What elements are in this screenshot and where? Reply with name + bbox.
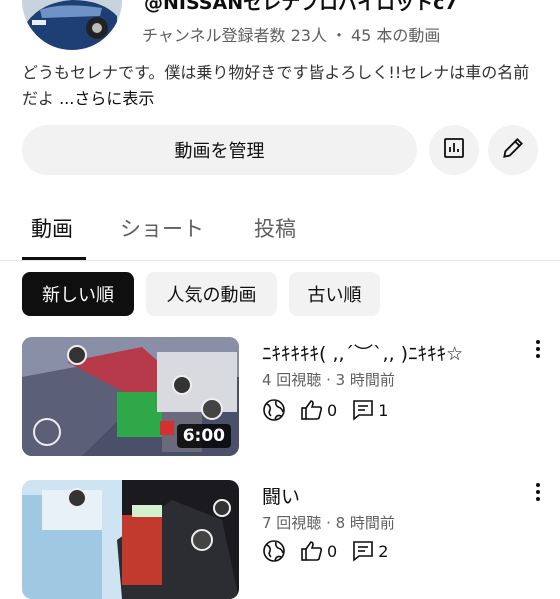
tab-shorts[interactable]: ショート (120, 213, 204, 243)
chip-oldest-label: 古い順 (307, 285, 362, 306)
video-count: 45 本の動画 (350, 26, 441, 45)
globe-icon (262, 539, 286, 563)
pencil-icon (500, 135, 526, 165)
chip-popular-label: 人気の動画 (166, 285, 257, 306)
meta-separator: · (321, 514, 336, 532)
video-meta: 4 回視聴 · 3 時間前 (262, 369, 395, 390)
video-thumbnail[interactable]: 6:00 (22, 337, 239, 456)
subscriber-count: チャンネル登録者数 23人 (142, 26, 327, 45)
globe-icon (262, 398, 286, 422)
manage-videos-button[interactable]: 動画を管理 (22, 125, 417, 175)
edit-channel-button[interactable] (488, 125, 538, 175)
comment-icon (351, 398, 375, 422)
channel-avatar[interactable] (22, 0, 122, 50)
channel-description[interactable]: どうもセレナです。僕は乗り物好きです皆よろしく!!セレナは車の名前だよ ...さ… (22, 60, 542, 112)
channel-handle: @NISSANセレナプロパイロットc7 (144, 0, 458, 14)
thumbs-up-icon (300, 539, 324, 563)
meta-separator: · (321, 371, 336, 389)
manage-videos-label: 動画を管理 (174, 141, 265, 162)
bar-chart-icon (442, 136, 466, 164)
upload-age: 8 時間前 (335, 514, 395, 532)
tab-divider (0, 260, 560, 261)
video-title[interactable]: 闘い (262, 482, 300, 509)
show-more-link[interactable]: ...さらに表示 (59, 89, 154, 108)
thumbs-up-icon (300, 398, 324, 422)
video-title[interactable]: ﾆｷｷｷｷｷ( ,,ˊ︶ˋ,, )ﾆｷｷｷ☆ (262, 339, 463, 366)
like-count: 0 (327, 400, 338, 420)
more-vert-icon[interactable] (528, 479, 548, 505)
upload-age: 3 時間前 (335, 371, 395, 389)
chip-popular[interactable]: 人気の動画 (146, 272, 277, 316)
comment-icon (351, 539, 375, 563)
chip-newest-label: 新しい順 (42, 285, 114, 306)
video-thumbnail[interactable] (22, 480, 239, 599)
channel-meta: チャンネル登録者数 23人・ 45 本の動画 (142, 22, 440, 46)
comment-count: 1 (378, 400, 389, 420)
more-vert-icon[interactable] (528, 336, 548, 362)
like-count: 0 (327, 541, 338, 561)
chip-oldest[interactable]: 古い順 (289, 272, 380, 316)
comment-count: 2 (378, 541, 389, 561)
meta-separator: ・ (330, 26, 347, 45)
video-stats: 0 1 (262, 397, 402, 423)
video-meta: 7 回視聴 · 8 時間前 (262, 512, 395, 533)
video-stats: 0 2 (262, 538, 402, 564)
view-count: 4 回視聴 (262, 371, 322, 389)
view-count: 7 回視聴 (262, 514, 322, 532)
video-duration: 6:00 (176, 424, 231, 448)
analytics-button[interactable] (429, 125, 479, 175)
tab-posts[interactable]: 投稿 (254, 213, 296, 243)
chip-newest[interactable]: 新しい順 (22, 272, 134, 316)
tab-videos[interactable]: 動画 (31, 213, 73, 243)
